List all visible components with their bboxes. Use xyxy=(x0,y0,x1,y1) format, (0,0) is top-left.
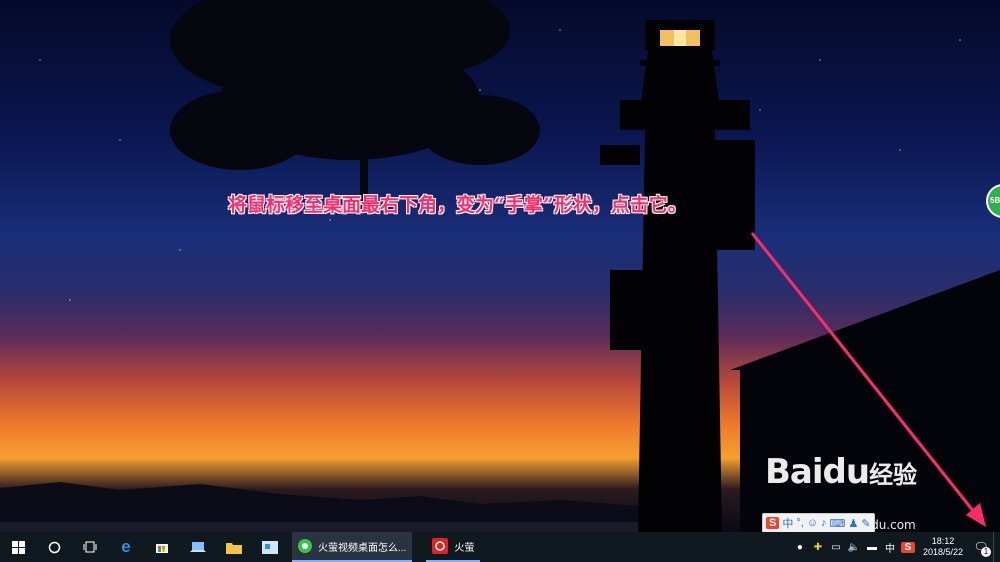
store-icon xyxy=(156,544,168,553)
ime-indicator[interactable]: 中 xyxy=(883,540,897,555)
watermark-brand: Baidu xyxy=(765,452,870,492)
user-tray-icon[interactable]: ● xyxy=(793,542,807,553)
show-desktop-button[interactable] xyxy=(993,532,1000,562)
baidu-jingyan-watermark: Baidu经验 jingyan.baidu.com xyxy=(765,452,918,532)
windows-logo-icon xyxy=(11,540,25,554)
clock[interactable]: 18:12 2018/5/22 xyxy=(923,536,963,558)
task-view-icon xyxy=(83,541,97,553)
edge-button[interactable]: e xyxy=(108,532,144,562)
folder-icon xyxy=(226,542,242,554)
desktop-wallpaper[interactable]: 将鼠标移至桌面最右下角，变为“手掌”形状，点击它。 5B Baidu经验 jin… xyxy=(0,0,1000,532)
file-explorer-button[interactable] xyxy=(216,532,252,562)
sogou-logo-icon[interactable]: S xyxy=(766,517,780,529)
edge-icon: e xyxy=(121,537,131,556)
tools-icon[interactable]: ✎ xyxy=(861,517,870,530)
taskbar-app-label: 火萤 xyxy=(454,542,475,554)
system-tray: ● ✚ ▭ 🔈 ▬ 中 S 18:12 2018/5/22 🗨 1 xyxy=(791,532,1000,562)
emoji-icon[interactable]: ☺ xyxy=(807,517,818,529)
clock-time: 18:12 xyxy=(931,536,955,546)
start-button[interactable] xyxy=(0,532,36,562)
microphone-icon[interactable]: ♪ xyxy=(821,517,827,529)
computer-icon xyxy=(190,542,206,552)
user-icon[interactable]: ♟ xyxy=(848,517,858,530)
notification-count: 1 xyxy=(981,547,991,557)
control-panel-icon xyxy=(262,540,278,554)
security-tray-icon[interactable]: ✚ xyxy=(811,542,825,553)
computer-button[interactable] xyxy=(180,532,216,562)
keyboard-icon[interactable]: ⌨ xyxy=(830,517,846,530)
taskbar-app-huoying-video[interactable]: 火萤视频桌面怎么... xyxy=(292,532,413,562)
search-circle-icon xyxy=(48,541,60,553)
action-center-button[interactable]: 🗨 1 xyxy=(969,540,993,557)
huoying-video-icon xyxy=(298,539,312,553)
store-button[interactable] xyxy=(144,532,180,562)
huoying-icon xyxy=(432,538,449,554)
instruction-caption: 将鼠标移至桌面最右下角，变为“手掌”形状，点击它。 xyxy=(228,194,687,216)
ime-mode-toggle[interactable]: 中 xyxy=(782,515,793,531)
control-panel-button[interactable] xyxy=(252,532,288,562)
tree-silhouette xyxy=(170,0,540,210)
volume-icon[interactable]: 🔈 xyxy=(847,542,861,553)
taskbar: e 火萤视频桌面怎么... 火萤 ● ✚ ▭ 🔈 ▬ 中 S 18:12 201… xyxy=(0,532,1000,562)
watermark-cn: 经验 xyxy=(869,461,918,489)
punctuation-icon[interactable]: °, xyxy=(796,517,803,529)
clock-date: 2018/5/22 xyxy=(922,547,963,557)
taskbar-app-huoying[interactable]: 火萤 xyxy=(426,532,481,562)
sogou-tray-icon[interactable]: S xyxy=(900,541,915,553)
taskbar-app-label: 火萤视频桌面怎么... xyxy=(318,542,407,554)
task-view-button[interactable] xyxy=(72,532,108,562)
network-icon[interactable]: ▭ xyxy=(829,542,843,553)
cortana-button[interactable] xyxy=(36,532,72,562)
ime-toolbar[interactable]: S 中 °, ☺ ♪ ⌨ ♟ ✎ xyxy=(762,513,875,532)
battery-icon[interactable]: ▬ xyxy=(865,542,879,553)
